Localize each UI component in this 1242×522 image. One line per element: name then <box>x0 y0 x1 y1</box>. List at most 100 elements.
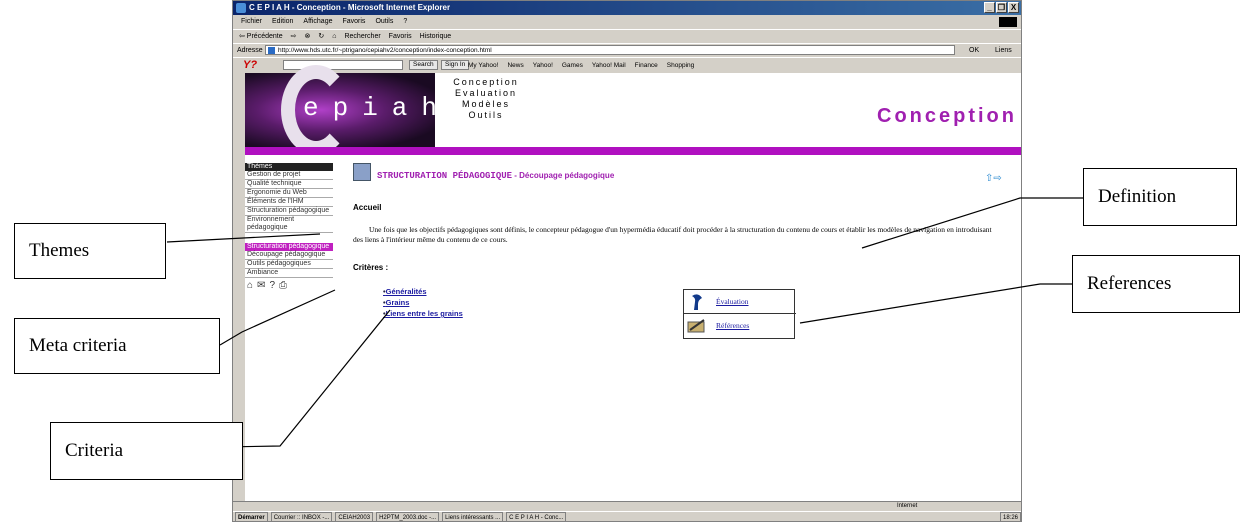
cepiah-logo: epiah <box>303 93 452 123</box>
print-icon[interactable]: ⎙ <box>279 281 287 291</box>
menu-favoris[interactable]: Favoris <box>342 16 365 28</box>
windows-logo-icon <box>999 17 1017 27</box>
internet-zone: Internet <box>897 503 918 509</box>
forward-button[interactable]: ⇨ <box>291 30 297 42</box>
criteres-heading: Critères : <box>353 263 389 272</box>
callout-themes: Themes <box>14 223 166 279</box>
taskbar-item[interactable]: Courrier :: INBOX -... <box>270 512 333 521</box>
menu-fichier[interactable]: Fichier <box>241 16 262 28</box>
back-button[interactable]: ⇦ Précédente <box>239 30 283 42</box>
menu-help[interactable]: ? <box>403 16 407 28</box>
stop-button[interactable]: ⊗ <box>305 30 311 42</box>
browser-window: C E P I A H - Conception - Microsoft Int… <box>232 0 1022 522</box>
criteria-link-grains[interactable]: Grains <box>383 297 463 308</box>
subtitle-line: Evaluation <box>454 88 518 98</box>
yahoo-toolbar: Y? Search Sign In My Yahoo! News Yahoo! … <box>233 57 1021 72</box>
sidebar-item-gestion[interactable]: Gestion de projet <box>245 171 333 180</box>
banner: epiah Conception Evaluation Modèles Outi… <box>245 65 1021 155</box>
mail-icon[interactable]: ✉ <box>257 281 265 291</box>
sidebar-item-environnement[interactable]: Environnement pédagogique <box>245 216 333 233</box>
meta-item-outils[interactable]: Outils pédagogiques <box>245 260 333 269</box>
meta-selected[interactable]: Structuration pédagogique <box>245 243 333 251</box>
taskbar-item[interactable]: C E P I A H - Conc... <box>506 512 567 521</box>
menu-affichage[interactable]: Affichage <box>303 16 332 28</box>
yahoo-link-games[interactable]: Games <box>562 58 583 73</box>
search-button[interactable]: Rechercher <box>344 30 380 42</box>
home-icon[interactable]: ⌂ <box>247 281 253 291</box>
sidebar-icons: ⌂ ✉ ? ⎙ <box>245 278 333 294</box>
minimize-button[interactable]: _ <box>984 2 995 13</box>
taskbar-item[interactable]: H2PTM_2003.doc -... <box>376 512 440 521</box>
window-title: C E P I A H - Conception - Microsoft Int… <box>249 3 451 12</box>
nav-arrows-icon[interactable]: ⇧⇨ <box>985 173 1002 184</box>
taskbar-item[interactable]: CEIAH2003 <box>335 512 374 521</box>
yahoo-link-myyahoo[interactable]: My Yahoo! <box>468 58 498 73</box>
start-button[interactable]: Démarrer <box>235 512 268 521</box>
themes-header: Thèmes <box>245 163 333 171</box>
yahoo-signin-button[interactable]: Sign In <box>441 60 470 70</box>
history-button[interactable]: Historique <box>420 30 452 42</box>
yahoo-search-button[interactable]: Search <box>409 60 438 70</box>
page-title: STRUCTURATION PÉDAGOGIQUE - Découpage pé… <box>377 171 614 181</box>
criteria-list: Généralités Grains Liens entre les grain… <box>383 286 463 319</box>
sidebar-item-elements[interactable]: Éléments de l'IHM <box>245 198 333 207</box>
book-icon <box>687 319 705 333</box>
close-button[interactable]: X <box>1008 2 1019 13</box>
maximize-button[interactable]: ❐ <box>996 2 1007 13</box>
references-row: Références <box>684 314 796 338</box>
callout-criteria: Criteria <box>50 422 243 480</box>
clock: 18:26 <box>999 512 1021 521</box>
yahoo-link-news[interactable]: News <box>507 58 523 73</box>
address-label: Adresse <box>237 47 263 54</box>
address-bar: Adresse http://www.hds.utc.fr/~ptrigano/… <box>233 43 1021 56</box>
section-title: Conception <box>877 105 1017 127</box>
subtitle-line: Conception <box>453 77 519 87</box>
banner-divider <box>245 147 1021 155</box>
criteria-link-liens[interactable]: Liens entre les grains <box>383 308 463 319</box>
callout-meta-criteria: Meta criteria <box>14 318 220 374</box>
page-icon <box>268 47 275 54</box>
taskbar-item[interactable]: Liens intéressants ... <box>442 512 504 521</box>
sidebar-item-ergonomie[interactable]: Ergonomie du Web <box>245 189 333 198</box>
evaluation-link[interactable]: Évaluation <box>716 297 749 306</box>
home-button[interactable]: ⌂ <box>332 30 336 42</box>
status-bar: Internet <box>233 501 1021 510</box>
favorites-button[interactable]: Favoris <box>389 30 412 42</box>
evaluation-icon <box>692 294 702 310</box>
sidebar-item-structuration[interactable]: Structuration pédagogique <box>245 207 333 216</box>
callout-references: References <box>1072 255 1240 313</box>
links-button[interactable]: Liens <box>995 44 1012 57</box>
toolbar: ⇦ Précédente ⇨ ⊗ ↻ ⌂ Rechercher Favoris … <box>233 29 1021 42</box>
yahoo-link-finance[interactable]: Finance <box>635 58 658 73</box>
accueil-heading: Accueil <box>353 203 382 212</box>
address-input[interactable]: http://www.hds.utc.fr/~ptrigano/cepiahv2… <box>265 45 955 55</box>
references-link[interactable]: Références <box>716 321 749 330</box>
refresh-button[interactable]: ↻ <box>318 30 324 42</box>
address-url: http://www.hds.utc.fr/~ptrigano/cepiahv2… <box>278 47 492 54</box>
menu-bar: Fichier Edition Affichage Favoris Outils… <box>233 16 1021 28</box>
banner-subtitle: Conception Evaluation Modèles Outils <box>441 77 531 121</box>
go-button[interactable]: OK <box>969 44 979 57</box>
taskbar: Démarrer Courrier :: INBOX -... CEIAH200… <box>233 511 1021 521</box>
page-title-sub: - Découpage pédagogique <box>512 171 615 180</box>
structure-icon <box>353 163 371 181</box>
references-box: Évaluation Références <box>683 289 796 339</box>
menu-outils[interactable]: Outils <box>375 16 393 28</box>
yahoo-logo-icon[interactable]: Y? <box>243 59 257 72</box>
sidebar: Thèmes Gestion de projet Qualité techniq… <box>245 163 333 294</box>
subtitle-line: Modèles <box>461 99 511 109</box>
subtitle-line: Outils <box>468 110 504 120</box>
yahoo-link-yahoo[interactable]: Yahoo! <box>533 58 553 73</box>
help-icon[interactable]: ? <box>269 281 275 291</box>
yahoo-link-mail[interactable]: Yahoo! Mail <box>592 58 626 73</box>
menu-edition[interactable]: Edition <box>272 16 293 28</box>
sidebar-item-qualite[interactable]: Qualité technique <box>245 180 333 189</box>
callout-definition: Definition <box>1083 168 1237 226</box>
meta-item-ambiance[interactable]: Ambiance <box>245 269 333 278</box>
page-title-main: STRUCTURATION PÉDAGOGIQUE <box>377 171 513 181</box>
evaluation-row: Évaluation <box>684 290 796 314</box>
ie-icon <box>236 3 246 13</box>
criteria-link-generalites[interactable]: Généralités <box>383 286 463 297</box>
meta-item-decoupage[interactable]: Découpage pédagogique <box>245 251 333 260</box>
yahoo-link-shopping[interactable]: Shopping <box>667 58 694 73</box>
